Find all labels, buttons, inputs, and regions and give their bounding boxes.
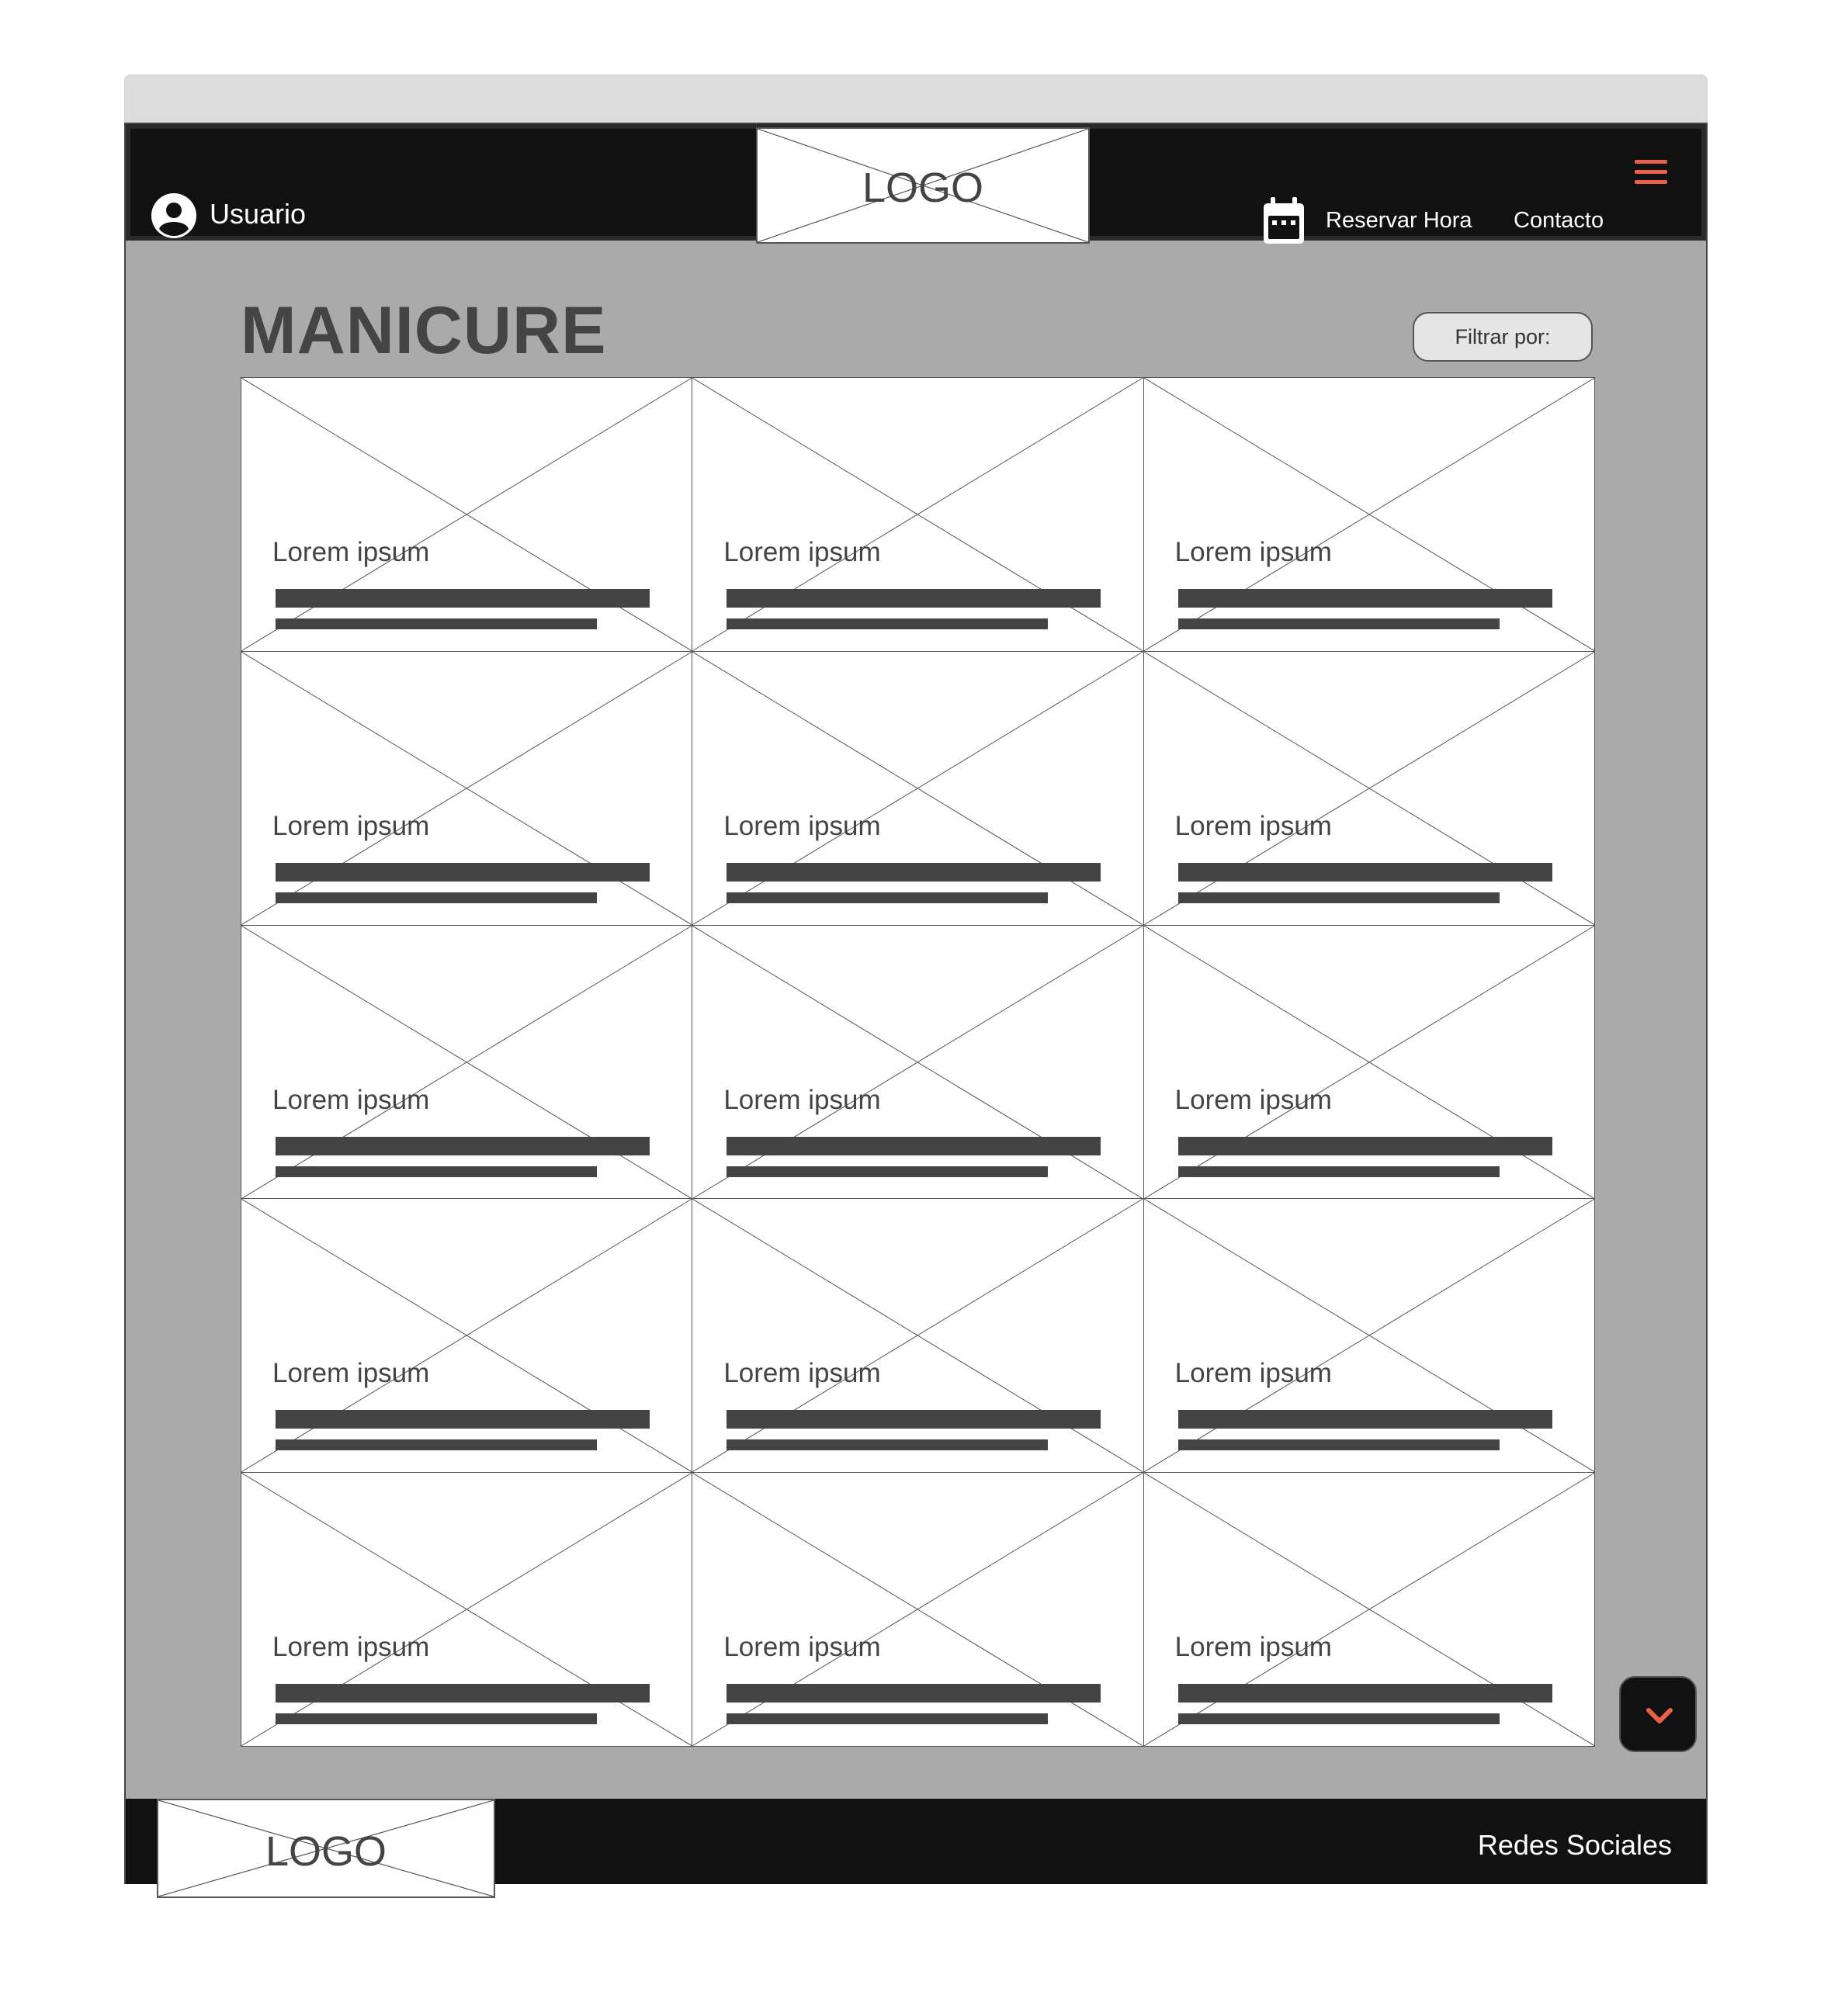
image-placeholder-cross (692, 1473, 1143, 1746)
page-frame: Usuario LOGO Reservar Hora Contacto MANI… (124, 123, 1708, 1898)
chevron-down-icon (1646, 1708, 1673, 1723)
image-placeholder-cross (692, 926, 1143, 1199)
filter-button[interactable]: Filtrar por: (1413, 312, 1593, 362)
image-placeholder-cross (241, 1199, 692, 1472)
card-text-line (1177, 589, 1552, 608)
card-text-line (276, 1713, 597, 1725)
product-card[interactable]: Lorem ipsum (241, 377, 693, 652)
card-text-line (727, 1136, 1101, 1155)
card-text-line (1177, 892, 1500, 903)
card-text-line (276, 589, 650, 608)
card-text-line (1177, 862, 1552, 882)
card-title: Lorem ipsum (272, 1632, 430, 1663)
image-placeholder-cross (1144, 926, 1594, 1199)
card-title: Lorem ipsum (723, 1358, 881, 1389)
footer-logo-text: LOGO (265, 1828, 387, 1875)
card-text-line (276, 1410, 650, 1429)
scroll-down-button[interactable] (1619, 1676, 1697, 1752)
image-placeholder-cross (1144, 378, 1594, 651)
card-text-line (276, 1136, 650, 1155)
card-text-line (727, 1410, 1101, 1429)
image-placeholder-cross (241, 378, 692, 651)
card-title: Lorem ipsum (1174, 1084, 1332, 1115)
card-text-line (727, 1713, 1049, 1725)
card-title: Lorem ipsum (1174, 1632, 1332, 1663)
product-card[interactable]: Lorem ipsum (241, 1198, 693, 1474)
card-text-line (727, 1684, 1101, 1703)
browser-bar (124, 74, 1708, 124)
card-title: Lorem ipsum (1174, 537, 1332, 567)
card-text-line (727, 1439, 1049, 1451)
page-title: MANICURE (241, 293, 607, 368)
card-title: Lorem ipsum (723, 1632, 881, 1663)
calendar-icon[interactable] (1262, 197, 1306, 245)
product-card[interactable]: Lorem ipsum (241, 650, 693, 926)
card-title: Lorem ipsum (272, 537, 430, 567)
card-text-line (727, 618, 1049, 629)
product-grid: Lorem ipsum Lorem ipsum Lorem ipsum Lorem i… (241, 377, 1595, 1747)
card-text-line (1177, 1713, 1500, 1725)
product-card[interactable]: Lorem ipsum (1143, 377, 1595, 652)
card-text-line (1177, 1136, 1552, 1155)
product-card[interactable]: Lorem ipsum (241, 924, 693, 1200)
image-placeholder-cross (1144, 652, 1594, 925)
product-card[interactable]: Lorem ipsum (1143, 1472, 1595, 1747)
footer: LOGO Redes Sociales (126, 1799, 1706, 1898)
card-text-line (1177, 1439, 1500, 1451)
header: Usuario LOGO Reservar Hora Contacto (126, 124, 1706, 244)
card-text-line (276, 892, 597, 903)
header-logo-text: LOGO (862, 165, 984, 211)
hamburger-menu-icon[interactable] (1635, 160, 1667, 185)
nav-reservar-hora[interactable]: Reservar Hora (1326, 206, 1472, 234)
card-text-line (276, 1684, 650, 1703)
product-card[interactable]: Lorem ipsum (692, 1198, 1144, 1474)
card-text-line (727, 892, 1049, 903)
user-circle-icon[interactable] (151, 192, 197, 239)
header-logo[interactable]: LOGO (756, 127, 1090, 244)
image-placeholder-cross (692, 378, 1143, 651)
card-title: Lorem ipsum (723, 537, 881, 567)
product-card[interactable]: Lorem ipsum (692, 650, 1144, 926)
image-placeholder-cross (692, 652, 1143, 925)
card-title: Lorem ipsum (272, 810, 430, 841)
card-text-line (1177, 618, 1500, 629)
card-title: Lorem ipsum (723, 810, 881, 841)
card-title: Lorem ipsum (723, 1084, 881, 1115)
footer-redes-sociales[interactable]: Redes Sociales (1478, 1828, 1672, 1862)
product-card[interactable]: Lorem ipsum (1143, 1198, 1595, 1474)
image-placeholder-cross (1144, 1473, 1594, 1746)
card-text-line (1177, 1166, 1500, 1177)
card-text-line (727, 862, 1101, 882)
user-label[interactable]: Usuario (210, 197, 306, 231)
product-card[interactable]: Lorem ipsum (692, 924, 1144, 1200)
card-text-line (276, 1166, 597, 1177)
card-title: Lorem ipsum (272, 1358, 430, 1389)
card-title: Lorem ipsum (272, 1084, 430, 1115)
footer-logo[interactable]: LOGO (157, 1799, 495, 1898)
image-placeholder-cross (1144, 1199, 1594, 1472)
card-title: Lorem ipsum (1174, 810, 1332, 841)
card-text-line (727, 1166, 1049, 1177)
card-text-line (276, 862, 650, 882)
product-card[interactable]: Lorem ipsum (1143, 650, 1595, 926)
card-title: Lorem ipsum (1174, 1358, 1332, 1389)
image-placeholder-cross (692, 1199, 1143, 1472)
product-card[interactable]: Lorem ipsum (692, 377, 1144, 652)
image-placeholder-cross (241, 926, 692, 1199)
card-text-line (276, 618, 597, 629)
nav-contacto[interactable]: Contacto (1514, 206, 1604, 234)
product-card[interactable]: Lorem ipsum (692, 1472, 1144, 1747)
card-text-line (727, 589, 1101, 608)
product-card[interactable]: Lorem ipsum (1143, 924, 1595, 1200)
card-text-line (1177, 1410, 1552, 1429)
image-placeholder-cross (241, 1473, 692, 1746)
image-placeholder-cross (241, 652, 692, 925)
card-text-line (1177, 1684, 1552, 1703)
card-text-line (276, 1439, 597, 1451)
product-card[interactable]: Lorem ipsum (241, 1472, 693, 1747)
